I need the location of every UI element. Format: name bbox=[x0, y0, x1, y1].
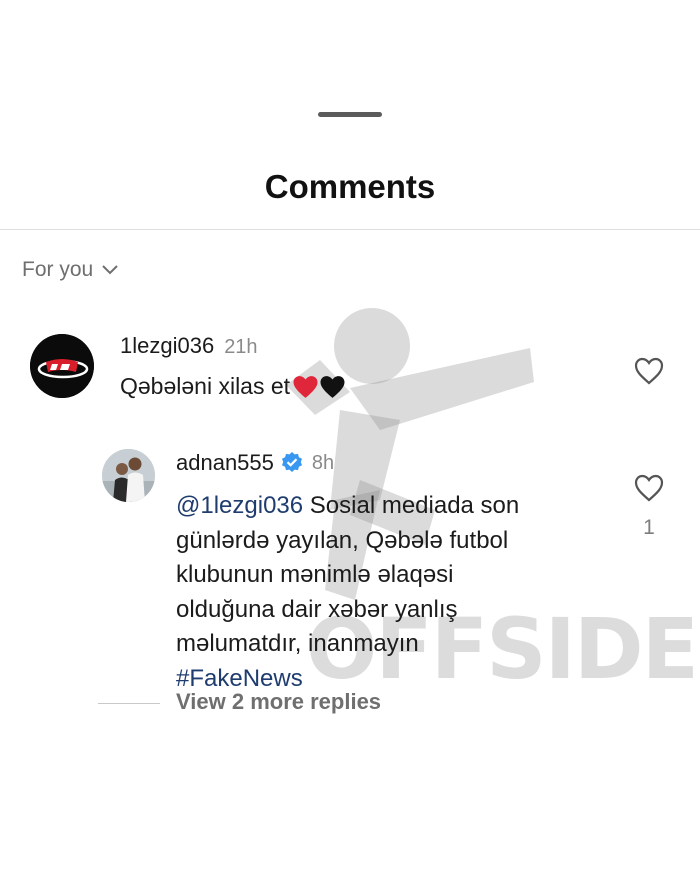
comment-username[interactable]: 1lezgi036 bbox=[120, 333, 214, 359]
chevron-down-icon bbox=[102, 265, 118, 275]
reply-time: 8h bbox=[311, 451, 335, 474]
user-photo-avatar-icon bbox=[102, 449, 155, 502]
comment-time: 21h bbox=[224, 336, 258, 358]
drag-handle[interactable] bbox=[318, 112, 382, 117]
avatar[interactable] bbox=[102, 449, 155, 502]
team-logo-avatar-icon bbox=[30, 334, 94, 398]
reply-line: Sosial mediada son bbox=[303, 492, 520, 519]
reply-username[interactable]: adnan555 bbox=[176, 450, 274, 476]
reply-line: məlumatdır, inanmayın bbox=[176, 630, 419, 657]
view-more-replies-button[interactable]: View 2 more replies bbox=[176, 689, 381, 715]
mention-link[interactable]: @1lezgi036 bbox=[176, 492, 303, 519]
reply-line: günlərdə yayılan, Qəbələ futbol bbox=[176, 526, 509, 554]
reply-line: olduğuna dair xəbər yanlış bbox=[176, 595, 458, 623]
hashtag-link[interactable]: #FakeNews bbox=[176, 665, 303, 692]
black-heart-icon bbox=[320, 375, 345, 398]
red-heart-icon bbox=[293, 375, 318, 398]
comment-text: Qəbələni xilas et bbox=[120, 373, 346, 400]
avatar[interactable] bbox=[30, 334, 94, 398]
replies-divider bbox=[98, 703, 160, 704]
verified-badge-icon bbox=[281, 452, 302, 472]
filter-label: For you bbox=[22, 258, 94, 281]
reply-text: @1lezgi036 Sosial mediada son günlərdə y… bbox=[176, 489, 586, 696]
reply-header: adnan555 8h bbox=[176, 450, 334, 476]
comment-header: 1lezgi036 21h bbox=[120, 333, 258, 359]
like-count[interactable]: 1 bbox=[640, 516, 658, 540]
reply-line: klubunun mənimlə əlaqəsi bbox=[176, 561, 454, 588]
header-divider bbox=[0, 229, 700, 230]
comment-body: Qəbələni xilas et bbox=[120, 373, 291, 399]
like-heart-icon[interactable] bbox=[634, 357, 664, 385]
like-heart-icon[interactable] bbox=[634, 474, 664, 502]
comment-filter-dropdown[interactable]: For you bbox=[22, 258, 119, 282]
page-title: Comments bbox=[264, 168, 436, 205]
